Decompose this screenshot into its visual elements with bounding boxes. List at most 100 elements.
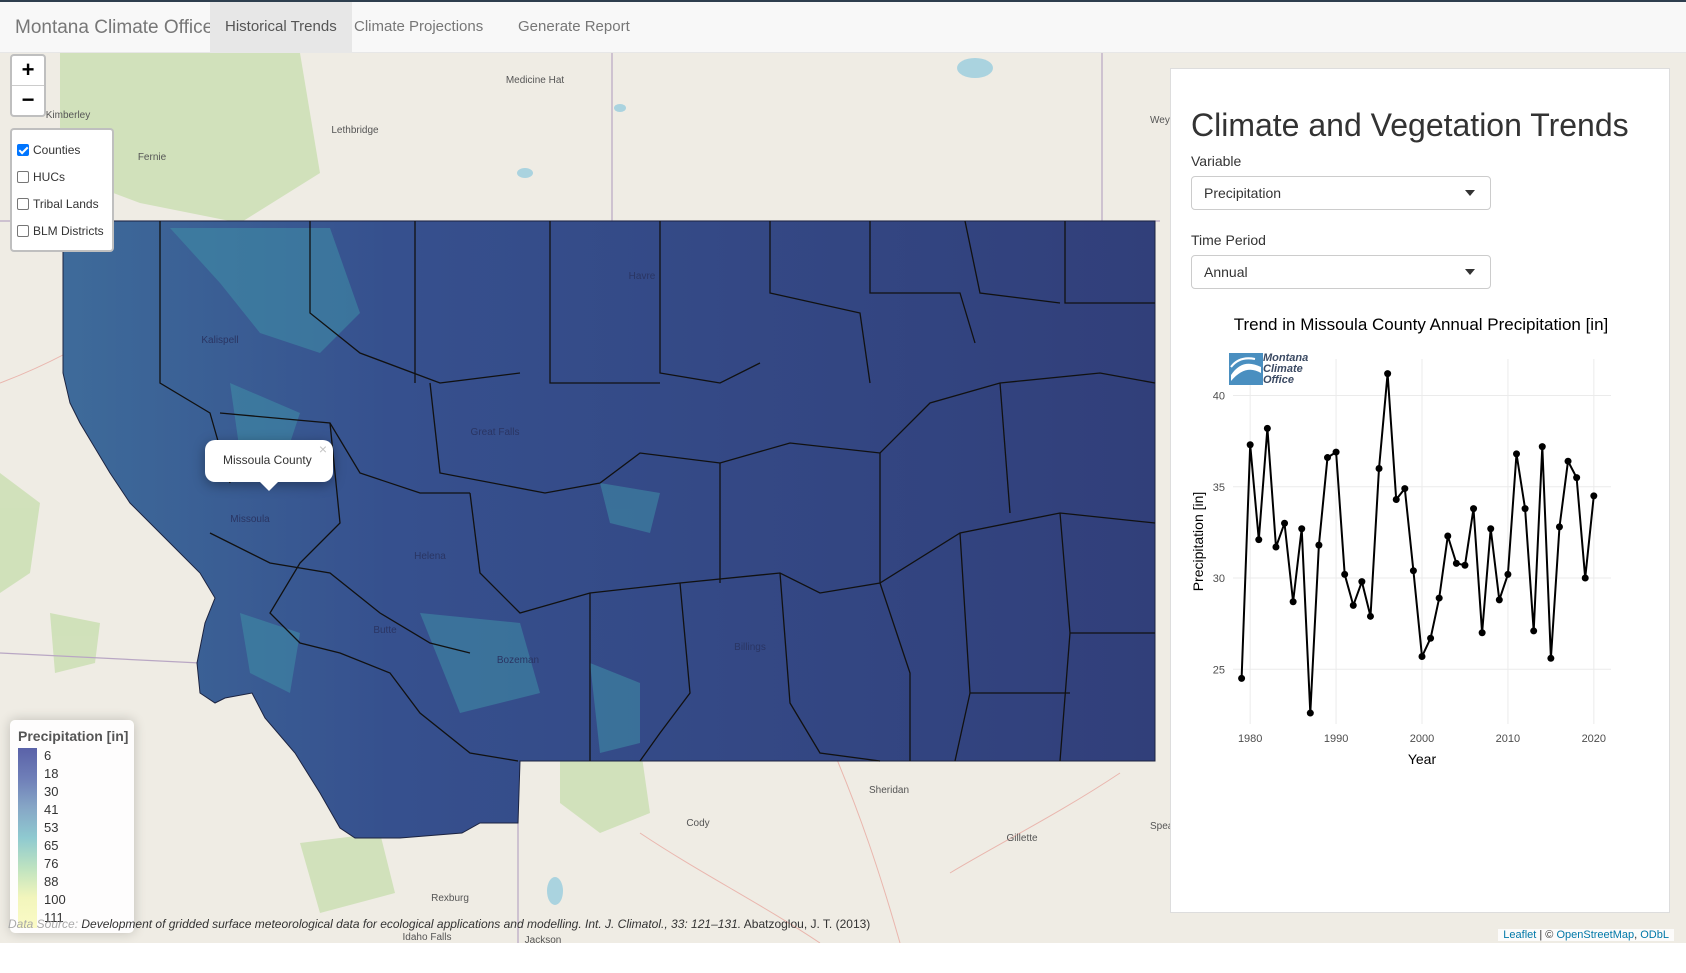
layer-hucs-label: HUCs (33, 169, 65, 184)
layer-counties[interactable]: Counties (17, 136, 108, 163)
data-point (1495, 596, 1503, 604)
chart-grid (1233, 359, 1611, 724)
trends-panel: Climate and Vegetation Trends Variable P… (1170, 68, 1670, 913)
label-missoula: Missoula (230, 514, 270, 525)
x-axis-label: Year (1408, 751, 1437, 767)
legend-tick: 41 (44, 802, 59, 817)
data-point (1358, 578, 1366, 586)
variable-select[interactable]: Precipitation (1191, 176, 1491, 210)
data-point (1401, 485, 1409, 493)
counties-checkbox[interactable] (17, 143, 29, 156)
layer-blm-districts[interactable]: BLM Districts (17, 217, 108, 244)
panel-title: Climate and Vegetation Trends (1191, 107, 1629, 143)
tab-historical-trends[interactable]: Historical Trends (210, 2, 352, 52)
legend-title: Precipitation [in] (18, 728, 129, 744)
layer-hucs[interactable]: HUCs (17, 163, 108, 190)
logo-line: Office (1263, 374, 1294, 386)
popup-close-button[interactable]: × (319, 441, 327, 457)
data-point (1255, 536, 1263, 544)
label-gillette: Gillette (1006, 833, 1038, 844)
data-point (1263, 424, 1271, 432)
time-period-select[interactable]: Annual (1191, 255, 1491, 289)
label-kalispell: Kalispell (201, 335, 238, 346)
data-point (1504, 570, 1512, 578)
popup-tip (259, 481, 279, 491)
legend-tick: 76 (44, 856, 59, 871)
chart-title: Trend in Missoula County Annual Precipit… (1233, 315, 1609, 334)
layer-tribal-lands-label: Tribal Lands (33, 196, 99, 211)
attribution-separator: | © (1536, 929, 1557, 941)
legend-tick: 18 (44, 766, 59, 781)
data-point (1452, 559, 1460, 567)
data-point (1366, 612, 1374, 620)
montana-climate-office-logo (1229, 353, 1263, 385)
y-tick-label: 35 (1213, 482, 1225, 494)
label-wey: Wey (1150, 115, 1170, 126)
legend-tick: 100 (44, 892, 66, 907)
zoom-control: + − (10, 54, 46, 117)
brand-title[interactable]: Montana Climate Office (15, 17, 213, 39)
data-point (1315, 541, 1323, 549)
layer-blm-districts-label: BLM Districts (33, 223, 104, 238)
data-point (1530, 627, 1538, 635)
data-point (1246, 441, 1254, 449)
chevron-down-icon (1465, 269, 1475, 275)
data-source-attribution: Data Source: Development of gridded surf… (8, 917, 870, 931)
data-point (1341, 570, 1349, 578)
osm-link[interactable]: OpenStreetMap (1556, 929, 1634, 941)
data-point (1547, 654, 1555, 662)
y-tick-label: 25 (1213, 664, 1225, 676)
data-point (1281, 519, 1289, 527)
tribal-lands-checkbox[interactable] (17, 197, 29, 210)
variable-select-value: Precipitation (1204, 185, 1282, 201)
data-point (1418, 652, 1426, 660)
data-point (1538, 443, 1546, 451)
data-point (1444, 532, 1452, 540)
data-point (1521, 505, 1529, 513)
data-point (1573, 474, 1581, 482)
data-point (1487, 525, 1495, 533)
y-axis-label: Precipitation [in] (1190, 492, 1206, 592)
label-great-falls: Great Falls (471, 427, 520, 438)
precip-legend: Precipitation [in] 6 18 30 41 53 65 76 8… (10, 720, 134, 933)
data-point (1409, 567, 1417, 575)
data-point (1392, 496, 1400, 504)
leaflet-link[interactable]: Leaflet (1503, 929, 1536, 941)
x-tick-label: 1990 (1324, 733, 1348, 745)
label-fernie: Fernie (138, 152, 167, 163)
data-point (1564, 457, 1572, 465)
data-point (1461, 561, 1469, 569)
tab-climate-projections[interactable]: Climate Projections (339, 2, 498, 52)
hucs-checkbox[interactable] (17, 170, 29, 183)
layer-tribal-lands[interactable]: Tribal Lands (17, 190, 108, 217)
data-point (1478, 629, 1486, 637)
map-attribution: Leaflet | © OpenStreetMap, ODbL (1498, 929, 1674, 941)
zoom-in-button[interactable]: + (12, 56, 44, 85)
data-source-author: Abatzoglou, J. T. (2013) (743, 917, 871, 931)
x-tick-label: 1980 (1238, 733, 1262, 745)
blm-districts-checkbox[interactable] (17, 224, 29, 237)
data-point (1470, 505, 1478, 513)
data-point (1555, 523, 1563, 531)
tab-generate-report[interactable]: Generate Report (503, 2, 645, 52)
county-popup: Missoula County × (205, 440, 333, 491)
legend-color-bar (18, 748, 37, 928)
label-idaho-falls: Idaho Falls (403, 932, 452, 943)
data-point (1384, 370, 1392, 378)
label-sheridan: Sheridan (869, 785, 909, 796)
legend-tick: 65 (44, 838, 59, 853)
series-line (1240, 373, 1595, 714)
zoom-out-button[interactable]: − (12, 85, 44, 115)
data-point (1349, 601, 1357, 609)
data-point (1332, 448, 1340, 456)
y-tick-label: 30 (1213, 573, 1225, 585)
label-cody: Cody (686, 818, 709, 829)
label-butte: Butte (373, 625, 397, 636)
legend-tick: 88 (44, 874, 59, 889)
odbl-link[interactable]: ODbL (1640, 929, 1669, 941)
time-period-label: Time Period (1191, 232, 1266, 248)
time-period-select-value: Annual (1204, 264, 1248, 280)
label-bozeman: Bozeman (497, 655, 539, 666)
label-kimberley: Kimberley (46, 110, 90, 121)
data-point (1581, 574, 1589, 582)
